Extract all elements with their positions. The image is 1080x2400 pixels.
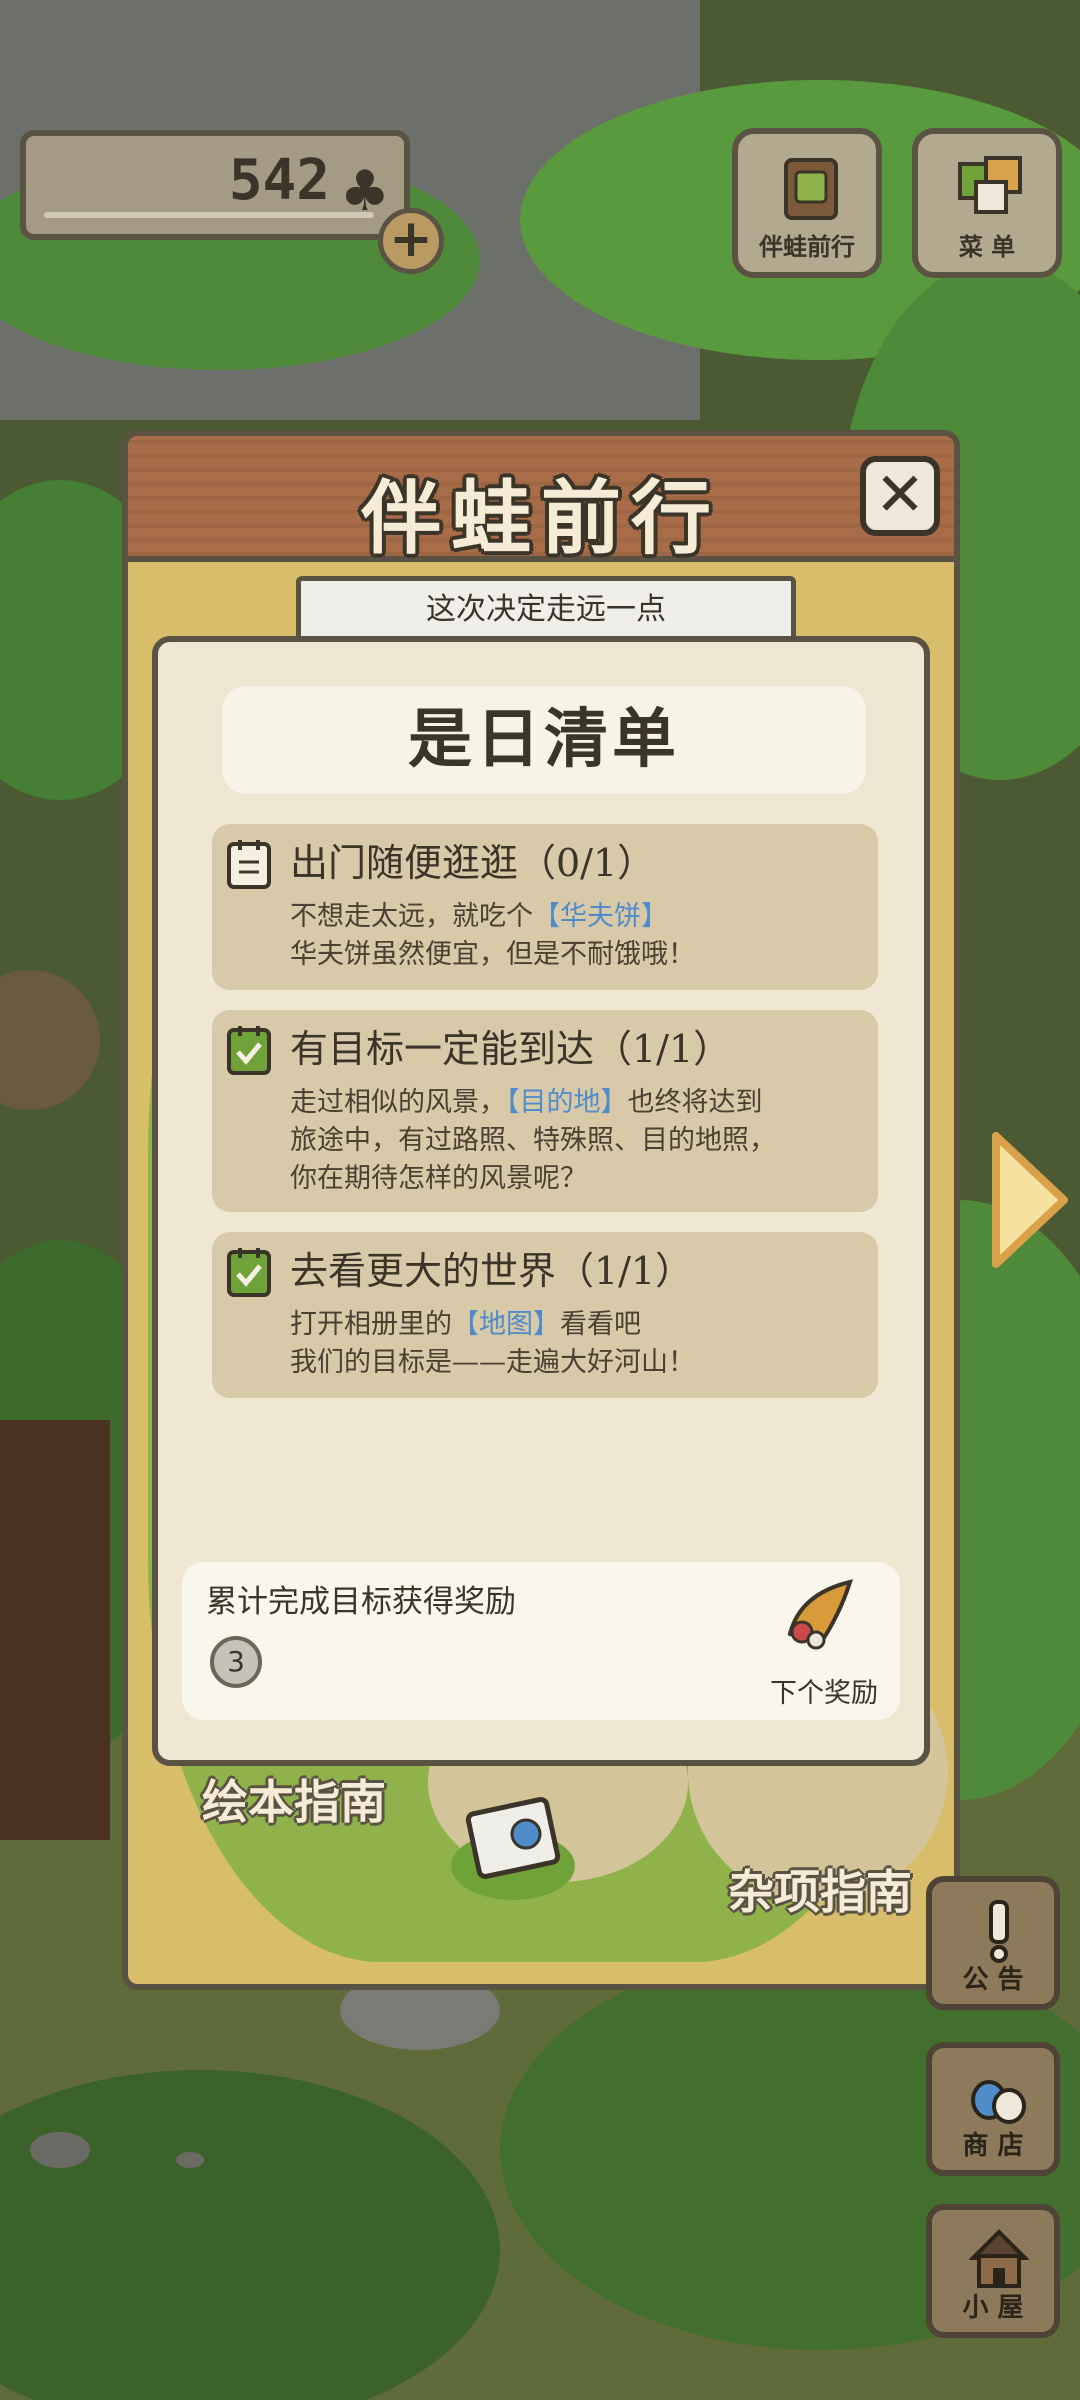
task-item: 出门随便逛逛（0/1） 不想走太远，就吃个【华夫饼】 华夫饼虽然便宜，但是不耐饿… [212,824,878,990]
clover-counter: 542 ♣ [20,130,410,240]
clover-bar [44,212,374,218]
add-clover-button[interactable]: + [378,208,444,274]
next-reward-label: 下个奖励 [770,1678,878,1709]
house-button-label: 小 屋 [962,2293,1024,2323]
house-icon [969,2229,1029,2288]
waffle-link[interactable]: 【华夫饼】 [533,901,668,932]
travel-button-label: 伴蛙前行 [759,233,855,261]
clover-count: 542 [228,148,330,213]
task-title: 有目标一定能到达（1/1） [290,1027,732,1071]
book-icon [784,158,838,220]
shop-button-label: 商 店 [962,2131,1024,2161]
task-item: 去看更大的世界（1/1） 打开相册里的【地图】看看吧 我们的目标是——走遍大好河… [212,1232,878,1398]
shop-button[interactable]: 商 店 [926,2042,1060,2176]
checklist-title: 是日清单 [222,686,866,794]
next-page-arrow-icon[interactable] [990,1130,1070,1270]
task-description: 走过相似的风景，【目的地】也终将达到 旅途中，有过路照、特殊照、目的地照， 你在… [290,1087,776,1194]
menu-cards-icon [958,156,1022,214]
picture-book-guide-label[interactable]: 绘本指南 [202,1766,386,1832]
close-button[interactable]: ✕ [860,456,940,536]
reward-count-badge: 3 [210,1636,262,1688]
destination-banner: 这次决定走远一点 [296,576,796,644]
destination-link[interactable]: 【目的地】 [506,1087,628,1118]
checkbox-checked-icon [227,1248,271,1297]
exclamation-icon [989,1900,1009,1963]
panel-header: 伴蛙前行 ✕ [128,436,954,565]
notice-button[interactable]: 公 告 [926,1876,1060,2010]
house-button[interactable]: 小 屋 [926,2204,1060,2338]
map-link[interactable]: 【地图】 [452,1309,560,1340]
reward-section: 累计完成目标获得奖励 3 下个奖励 [182,1562,900,1720]
misc-guide-label[interactable]: 杂项指南 [728,1856,912,1922]
checkbox-checked-icon [227,1026,271,1075]
daily-checklist-card: 是日清单 出门随便逛逛（0/1） 不想走太远，就吃个【华夫饼】 华夫饼虽然便宜，… [152,636,930,1766]
reward-label: 累计完成目标获得奖励 [206,1584,516,1620]
map-icon[interactable] [448,1796,578,1906]
menu-button[interactable]: 菜 单 [912,128,1062,278]
task-title: 去看更大的世界（1/1） [290,1249,694,1293]
task-description: 打开相册里的【地图】看看吧 我们的目标是——走遍大好河山！ [290,1309,695,1378]
bags-icon [971,2080,1026,2124]
panel-title: 伴蛙前行 [361,472,721,565]
checkbox-empty-icon [227,840,271,889]
notice-button-label: 公 告 [962,1965,1024,1995]
menu-button-label: 菜 单 [958,233,1016,261]
travel-button[interactable]: 伴蛙前行 [732,128,882,278]
task-description: 不想走太远，就吃个【华夫饼】 华夫饼虽然便宜，但是不耐饿哦！ [290,901,695,970]
cornucopia-icon[interactable] [780,1574,862,1656]
task-item: 有目标一定能到达（1/1） 走过相似的风景，【目的地】也终将达到 旅途中，有过路… [212,1010,878,1212]
task-title: 出门随便逛逛（0/1） [290,841,656,885]
